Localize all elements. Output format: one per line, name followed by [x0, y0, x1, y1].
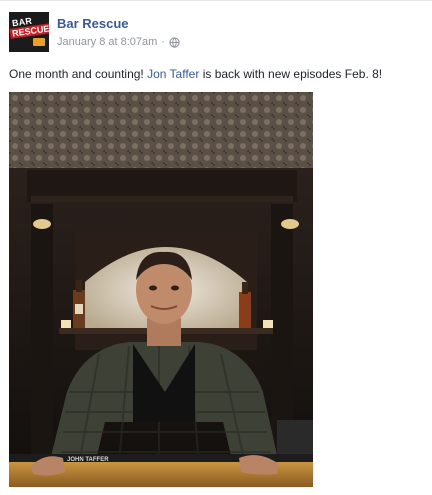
bar-tap: [277, 420, 313, 454]
post-meta: January 8 at 8:07am ·: [57, 36, 180, 48]
avatar-accent: [33, 38, 45, 46]
bottle-right: [239, 292, 251, 328]
meta-separator: ·: [161, 36, 165, 48]
page-name-link[interactable]: Bar Rescue: [57, 16, 129, 31]
post-message: One month and counting! Jon Taffer is ba…: [9, 66, 424, 82]
globe-icon[interactable]: [169, 36, 180, 48]
right-pillar: [271, 204, 293, 454]
page-avatar[interactable]: BAR RESCUE: [9, 12, 49, 52]
left-lamp: [33, 219, 51, 229]
divider: [0, 0, 432, 1]
left-pillar: [31, 204, 53, 454]
mention-link[interactable]: Jon Taffer: [147, 67, 199, 81]
post-text-after: is back with new episodes Feb. 8!: [199, 67, 383, 81]
right-lamp: [281, 219, 299, 229]
candle-left: [61, 320, 71, 328]
post-text-before: One month and counting!: [9, 67, 148, 81]
photo-illustration: JOHN TAFFER: [9, 92, 313, 487]
facebook-post: BAR RESCUE Bar Rescue January 8 at 8:07a…: [0, 0, 432, 495]
tin-ceiling: [9, 92, 313, 168]
candle-right: [263, 320, 273, 328]
post-timestamp[interactable]: January 8 at 8:07am: [57, 36, 157, 48]
post-photo[interactable]: JOHN TAFFER: [9, 92, 313, 487]
